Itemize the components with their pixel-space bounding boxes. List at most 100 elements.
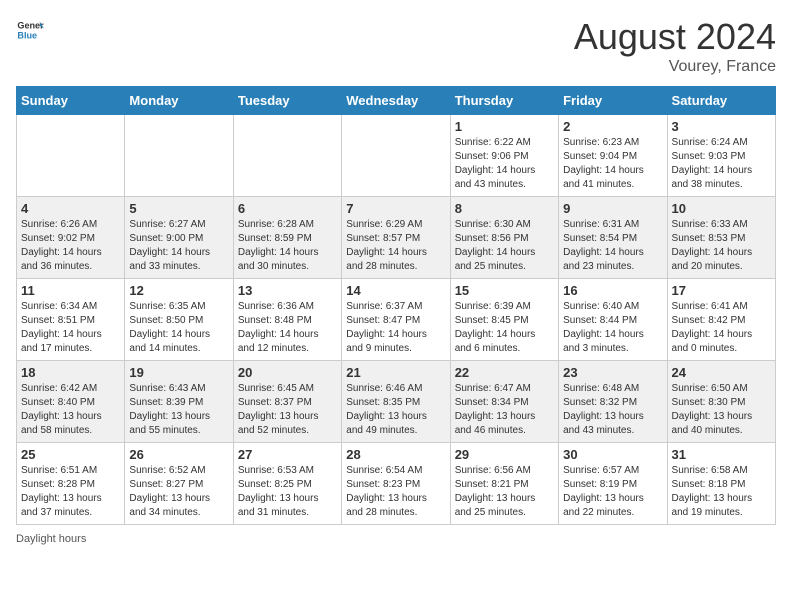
- calendar-table: SundayMondayTuesdayWednesdayThursdayFrid…: [16, 86, 776, 525]
- calendar-cell-3-2: 20 Sunrise: 6:45 AM Sunset: 8:37 PM Dayli…: [233, 361, 341, 443]
- calendar-cell-0-1: [125, 115, 233, 197]
- day-info: Sunrise: 6:29 AM Sunset: 8:57 PM Dayligh…: [346, 218, 445, 274]
- calendar-cell-3-0: 18Sunrise: 6:42 AM Sunset: 8:40 PM Dayli…: [17, 361, 125, 443]
- day-info: Sunrise: 6:41 AM Sunset: 8:42 PM Dayligh…: [672, 300, 771, 356]
- day-number: 22: [455, 365, 554, 380]
- day-info: Sunrise: 6:22 AM Sunset: 9:06 PM Dayligh…: [455, 136, 554, 192]
- day-number: 6: [238, 201, 337, 216]
- day-info: Sunrise: 6:57 AM Sunset: 8:19 PM Dayligh…: [563, 464, 662, 520]
- calendar-cell-2-5: 16 Sunrise: 6:40 AM Sunset: 8:44 PM Dayli…: [559, 279, 667, 361]
- calendar-cell-4-1: 26Sunrise: 6:52 AM Sunset: 8:27 PM Dayli…: [125, 443, 233, 525]
- day-info: Sunrise: 6:30 AM Sunset: 8:56 PM Dayligh…: [455, 218, 554, 274]
- weekday-header-wednesday: Wednesday: [342, 87, 450, 115]
- day-number: 28: [346, 447, 445, 462]
- logo-icon: General Blue: [16, 16, 44, 44]
- calendar-cell-2-6: 17 Sunrise: 6:41 AM Sunset: 8:42 PM Dayli…: [667, 279, 775, 361]
- day-number: 24: [672, 365, 771, 380]
- day-number: 21: [346, 365, 445, 380]
- calendar-cell-3-5: 23 Sunrise: 6:48 AM Sunset: 8:32 PM Dayli…: [559, 361, 667, 443]
- day-number: 26: [129, 447, 228, 462]
- day-info: Sunrise: 6:23 AM Sunset: 9:04 PM Dayligh…: [563, 136, 662, 192]
- day-number: 27: [238, 447, 337, 462]
- day-number: 23: [563, 365, 662, 380]
- day-info: Sunrise: 6:51 AM Sunset: 8:28 PM Dayligh…: [21, 464, 120, 520]
- day-info: Sunrise: 6:40 AM Sunset: 8:44 PM Dayligh…: [563, 300, 662, 356]
- day-number: 13: [238, 283, 337, 298]
- day-info: Sunrise: 6:50 AM Sunset: 8:30 PM Dayligh…: [672, 382, 771, 438]
- day-info: Sunrise: 6:43 AM Sunset: 8:39 PM Dayligh…: [129, 382, 228, 438]
- day-info: Sunrise: 6:54 AM Sunset: 8:23 PM Dayligh…: [346, 464, 445, 520]
- calendar-cell-3-4: 22 Sunrise: 6:47 AM Sunset: 8:34 PM Dayli…: [450, 361, 558, 443]
- weekday-header-monday: Monday: [125, 87, 233, 115]
- title-area: August 2024 Vourey, France: [574, 16, 776, 76]
- header: General Blue August 2024 Vourey, France: [16, 16, 776, 76]
- day-info: Sunrise: 6:37 AM Sunset: 8:47 PM Dayligh…: [346, 300, 445, 356]
- calendar-cell-4-0: 25 Sunrise: 6:51 AM Sunset: 8:28 PM Dayli…: [17, 443, 125, 525]
- day-info: Sunrise: 6:56 AM Sunset: 8:21 PM Dayligh…: [455, 464, 554, 520]
- day-number: 5: [129, 201, 228, 216]
- calendar-cell-4-6: 31Sunrise: 6:58 AM Sunset: 8:18 PM Dayli…: [667, 443, 775, 525]
- calendar-cell-0-3: [342, 115, 450, 197]
- day-number: 1: [455, 119, 554, 134]
- day-number: 11: [21, 283, 120, 298]
- day-info: Sunrise: 6:39 AM Sunset: 8:45 PM Dayligh…: [455, 300, 554, 356]
- day-info: Sunrise: 6:28 AM Sunset: 8:59 PM Dayligh…: [238, 218, 337, 274]
- calendar-cell-3-3: 21 Sunrise: 6:46 AM Sunset: 8:35 PM Dayli…: [342, 361, 450, 443]
- day-number: 31: [672, 447, 771, 462]
- day-number: 8: [455, 201, 554, 216]
- logo: General Blue: [16, 16, 44, 44]
- day-number: 15: [455, 283, 554, 298]
- calendar-cell-2-3: 14 Sunrise: 6:37 AM Sunset: 8:47 PM Dayli…: [342, 279, 450, 361]
- day-number: 25: [21, 447, 120, 462]
- weekday-header-friday: Friday: [559, 87, 667, 115]
- day-number: 4: [21, 201, 120, 216]
- location-title: Vourey, France: [574, 58, 776, 76]
- calendar-cell-2-1: 12 Sunrise: 6:35 AM Sunset: 8:50 PM Dayli…: [125, 279, 233, 361]
- calendar-cell-4-2: 27 Sunrise: 6:53 AM Sunset: 8:25 PM Dayli…: [233, 443, 341, 525]
- calendar-cell-4-5: 30 Sunrise: 6:57 AM Sunset: 8:19 PM Dayli…: [559, 443, 667, 525]
- weekday-header-thursday: Thursday: [450, 87, 558, 115]
- calendar-cell-3-6: 24 Sunrise: 6:50 AM Sunset: 8:30 PM Dayli…: [667, 361, 775, 443]
- calendar-cell-0-6: 3 Sunrise: 6:24 AM Sunset: 9:03 PM Daylig…: [667, 115, 775, 197]
- calendar-cell-1-5: 9 Sunrise: 6:31 AM Sunset: 8:54 PM Daylig…: [559, 197, 667, 279]
- calendar-cell-1-1: 5 Sunrise: 6:27 AM Sunset: 9:00 PM Daylig…: [125, 197, 233, 279]
- day-number: 29: [455, 447, 554, 462]
- day-info: Sunrise: 6:45 AM Sunset: 8:37 PM Dayligh…: [238, 382, 337, 438]
- day-number: 14: [346, 283, 445, 298]
- calendar-cell-1-4: 8 Sunrise: 6:30 AM Sunset: 8:56 PM Daylig…: [450, 197, 558, 279]
- day-info: Sunrise: 6:47 AM Sunset: 8:34 PM Dayligh…: [455, 382, 554, 438]
- month-title: August 2024: [574, 16, 776, 58]
- weekday-header-saturday: Saturday: [667, 87, 775, 115]
- day-number: 7: [346, 201, 445, 216]
- day-info: Sunrise: 6:24 AM Sunset: 9:03 PM Dayligh…: [672, 136, 771, 192]
- day-number: 20: [238, 365, 337, 380]
- day-number: 16: [563, 283, 662, 298]
- calendar-cell-4-4: 29 Sunrise: 6:56 AM Sunset: 8:21 PM Dayli…: [450, 443, 558, 525]
- day-number: 30: [563, 447, 662, 462]
- calendar-cell-0-2: [233, 115, 341, 197]
- day-number: 10: [672, 201, 771, 216]
- calendar-cell-2-4: 15 Sunrise: 6:39 AM Sunset: 8:45 PM Dayli…: [450, 279, 558, 361]
- day-info: Sunrise: 6:35 AM Sunset: 8:50 PM Dayligh…: [129, 300, 228, 356]
- day-info: Sunrise: 6:31 AM Sunset: 8:54 PM Dayligh…: [563, 218, 662, 274]
- day-number: 3: [672, 119, 771, 134]
- svg-text:Blue: Blue: [17, 30, 37, 40]
- day-info: Sunrise: 6:34 AM Sunset: 8:51 PM Dayligh…: [21, 300, 120, 356]
- day-number: 12: [129, 283, 228, 298]
- day-number: 18: [21, 365, 120, 380]
- calendar-cell-2-0: 11 Sunrise: 6:34 AM Sunset: 8:51 PM Dayli…: [17, 279, 125, 361]
- day-number: 9: [563, 201, 662, 216]
- day-number: 2: [563, 119, 662, 134]
- calendar-cell-3-1: 19Sunrise: 6:43 AM Sunset: 8:39 PM Dayli…: [125, 361, 233, 443]
- calendar-cell-0-0: [17, 115, 125, 197]
- day-info: Sunrise: 6:46 AM Sunset: 8:35 PM Dayligh…: [346, 382, 445, 438]
- calendar-cell-2-2: 13Sunrise: 6:36 AM Sunset: 8:48 PM Dayli…: [233, 279, 341, 361]
- day-info: Sunrise: 6:48 AM Sunset: 8:32 PM Dayligh…: [563, 382, 662, 438]
- day-number: 17: [672, 283, 771, 298]
- day-info: Sunrise: 6:53 AM Sunset: 8:25 PM Dayligh…: [238, 464, 337, 520]
- day-info: Sunrise: 6:26 AM Sunset: 9:02 PM Dayligh…: [21, 218, 120, 274]
- day-info: Sunrise: 6:27 AM Sunset: 9:00 PM Dayligh…: [129, 218, 228, 274]
- calendar-cell-1-2: 6 Sunrise: 6:28 AM Sunset: 8:59 PM Daylig…: [233, 197, 341, 279]
- calendar-cell-0-5: 2 Sunrise: 6:23 AM Sunset: 9:04 PM Daylig…: [559, 115, 667, 197]
- weekday-header-tuesday: Tuesday: [233, 87, 341, 115]
